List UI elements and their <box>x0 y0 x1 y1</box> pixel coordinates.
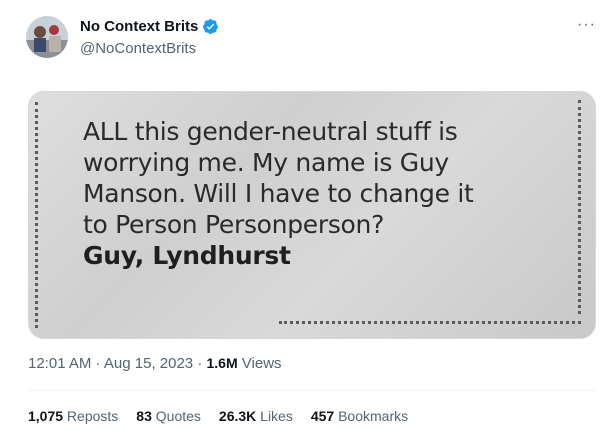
reposts-label: Reposts <box>63 408 119 424</box>
clipping-line: worrying me. My name is Guy <box>83 148 449 177</box>
tweet-media-image[interactable]: ALL this gender-neutral stuff is worryin… <box>28 91 596 339</box>
bookmarks-label: Bookmarks <box>334 408 409 424</box>
reposts-count: 1,075 <box>28 408 64 424</box>
quotes-count: 83 <box>136 408 152 424</box>
meta-separator: · <box>91 355 104 372</box>
divider <box>28 390 595 391</box>
clipping-line: ALL this gender-neutral stuff is <box>83 117 458 146</box>
quotes-label: Quotes <box>151 408 201 424</box>
avatar[interactable] <box>26 16 68 58</box>
clipping-line: Manson. Will I have to change it <box>83 179 474 208</box>
tweet-date[interactable]: Aug 15, 2023 <box>104 355 193 372</box>
likes-label: Likes <box>256 408 293 424</box>
views-count: 1.6M <box>206 355 238 371</box>
author-name-row: No Context Brits <box>80 18 219 35</box>
perforation-right <box>578 100 581 314</box>
tweet-meta: 12:01 AM · Aug 15, 2023 · 1.6M Views <box>28 355 282 372</box>
reposts-stat[interactable]: 1,075 Reposts <box>28 408 118 424</box>
newspaper-clipping-text: ALL this gender-neutral stuff is worryin… <box>83 116 553 271</box>
avatar-image-icon <box>26 16 68 58</box>
quotes-stat[interactable]: 83 Quotes <box>136 408 201 424</box>
engagement-stats: 1,075 Reposts 83 Quotes 26.3K Likes 457 … <box>28 408 426 424</box>
likes-count: 26.3K <box>218 408 257 424</box>
likes-stat[interactable]: 26.3K Likes <box>219 408 293 424</box>
more-options-icon[interactable]: ··· <box>577 16 596 34</box>
tweet-time[interactable]: 12:01 AM <box>28 355 91 372</box>
bookmarks-stat[interactable]: 457 Bookmarks <box>311 408 408 424</box>
bookmarks-count: 457 <box>310 408 335 424</box>
verified-badge-icon[interactable] <box>202 18 219 35</box>
meta-separator: · <box>193 355 207 372</box>
views-label: Views <box>237 355 282 372</box>
author-display-name[interactable]: No Context Brits <box>80 18 198 35</box>
perforation-left <box>35 102 38 328</box>
author-handle[interactable]: @NoContextBrits <box>80 40 196 57</box>
perforation-bottom <box>279 321 581 324</box>
clipping-signature: Guy, Lyndhurst <box>83 241 291 270</box>
clipping-line: to Person Personperson? <box>83 210 385 239</box>
